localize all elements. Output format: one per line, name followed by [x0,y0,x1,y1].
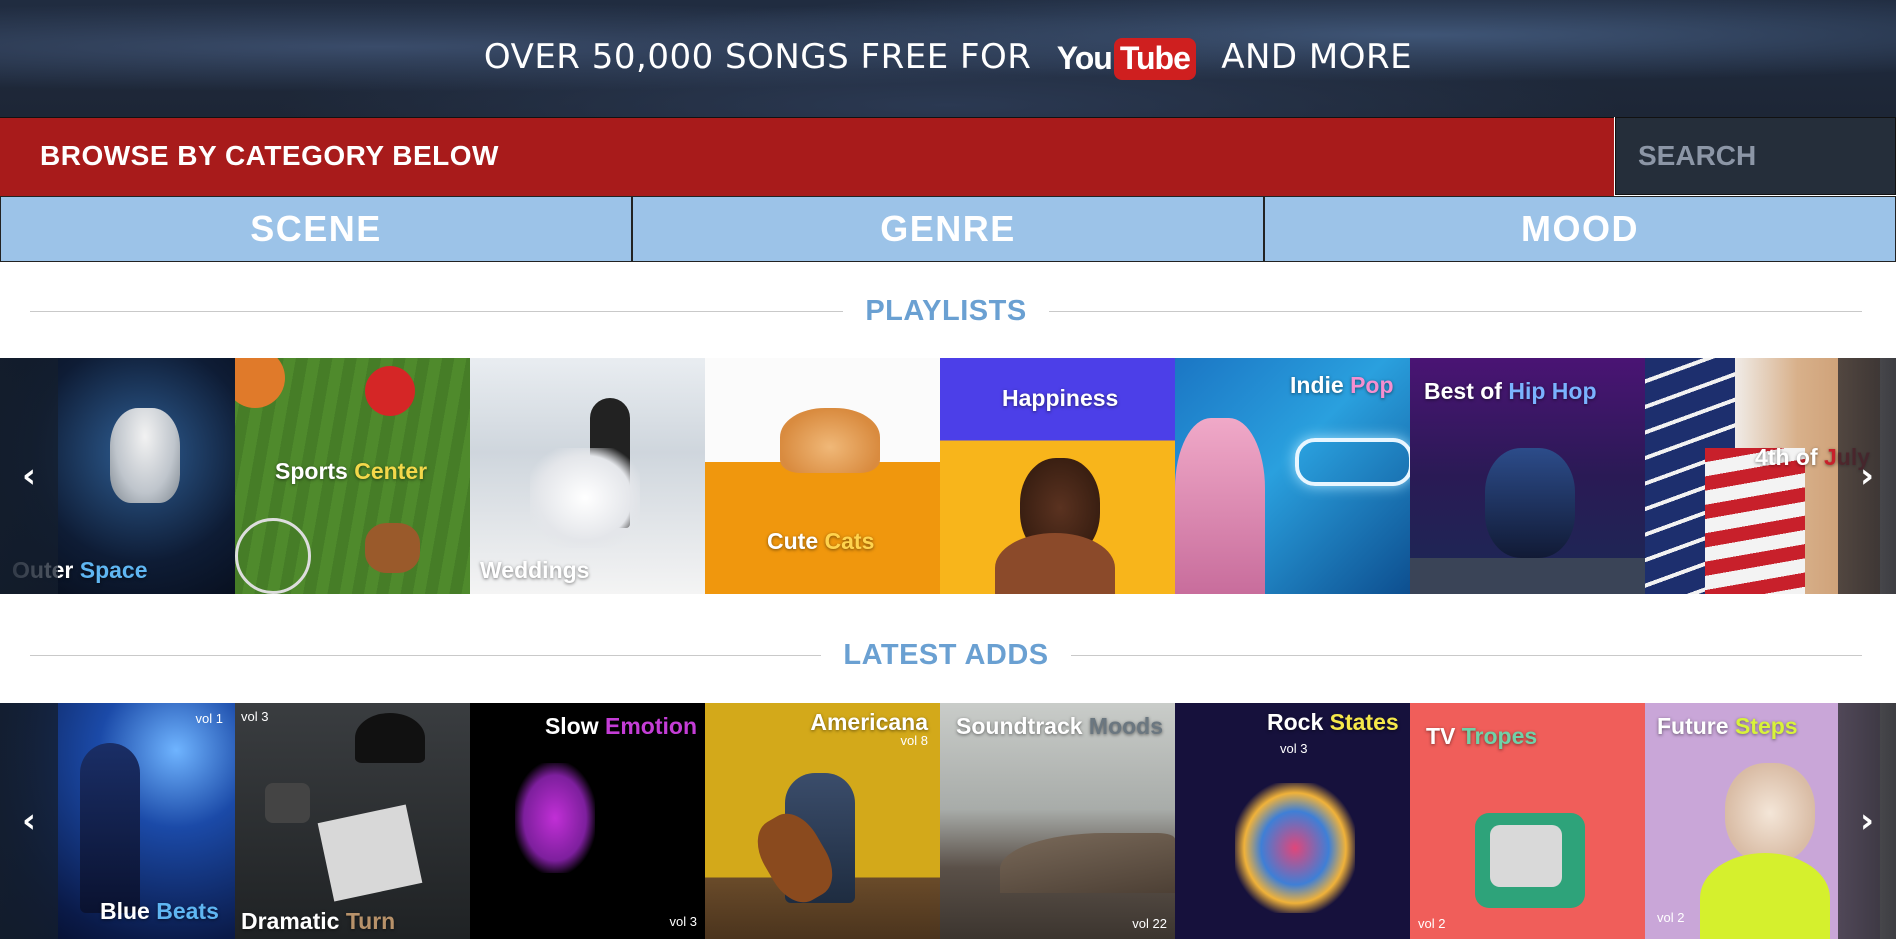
tile-title: TV Tropes [1426,723,1538,749]
banner-text-after: AND MORE [1221,37,1413,78]
browse-category-bar: BROWSE BY CATEGORY BELOW [0,117,1614,197]
guitarist-image [80,743,140,913]
tile-title: Dramatic Turn [241,908,396,934]
tile-title: Happiness [1002,385,1119,411]
latest-tile-americana[interactable]: vol 8 Americana [705,703,940,939]
latest-tile-tv-tropes[interactable]: vol 2 TV Tropes [1410,703,1645,939]
tile-title: Blue Beats [100,898,219,924]
playlist-tile-sports-center[interactable]: Sports Center [235,358,470,594]
latest-prev-button[interactable]: ‹ [0,703,58,939]
chevron-left-icon: ‹ [21,456,36,496]
bride-dress-image [530,448,640,548]
pink-hair-image [1175,418,1265,594]
latest-adds-header: LATEST ADDS [30,638,1862,671]
tile-volume: vol 1 [195,711,223,726]
tile-title: Sports Center [275,458,428,484]
playlists-carousel: Outer Space Sports Center Weddings Cute … [0,358,1896,594]
tile-volume: vol 3 [1280,741,1308,756]
neon-sign-image [1295,438,1410,486]
cliff-image [1000,833,1175,893]
playlist-tile-hip-hop[interactable]: Best of Hip Hop [1410,358,1645,594]
playlist-tile-indie-pop[interactable]: Indie Pop [1175,358,1410,594]
tile-title: Soundtrack Moods [956,713,1164,739]
woman-head-image [1725,763,1815,863]
phone-image [265,783,310,823]
latest-next-button[interactable]: › [1838,703,1896,939]
floor-image [1410,558,1645,594]
tile-title: Best of Hip Hop [1424,378,1597,404]
tab-scene[interactable]: SCENE [0,196,632,262]
search-input[interactable] [1616,118,1895,194]
playlists-heading: PLAYLISTS [865,294,1027,327]
tile-title: Slow Emotion [544,713,697,739]
dancer-image [1485,448,1575,558]
youtube-logo: You Tube [1057,37,1196,80]
banner-text: OVER 50,000 SONGS FREE FOR You Tube AND M… [484,37,1412,80]
latest-tile-slow-emotion[interactable]: vol 3 Slow Emotion [470,703,705,939]
playlists-next-button[interactable]: › [1838,358,1896,594]
chevron-left-icon: ‹ [21,801,36,841]
top-banner: OVER 50,000 SONGS FREE FOR You Tube AND M… [0,0,1896,117]
basketball-image [235,358,285,408]
category-tabs: SCENE GENRE MOOD [0,196,1896,262]
tile-title: Future Steps [1657,713,1798,739]
latest-tile-dramatic-turn[interactable]: vol 3 Dramatic Turn [235,703,470,939]
divider [1048,310,1863,312]
latest-tile-rock-states[interactable]: vol 3 Rock States [1175,703,1410,939]
hat-image [355,713,425,763]
astronaut-image [110,408,180,503]
tile-title: Rock States [1267,709,1399,735]
divider [30,310,844,312]
tile-volume: vol 2 [1418,916,1446,931]
tile-title: Weddings [480,557,590,583]
tile-title: Cute Cats [767,528,875,554]
tile-title: Americana [810,709,928,735]
drummer-image [1235,783,1355,913]
jacket-image [1700,853,1830,939]
racket-image [235,518,311,594]
browse-label: BROWSE BY CATEGORY BELOW [40,140,499,171]
dancer-image [515,763,595,873]
tile-volume: vol 3 [669,914,697,929]
paper-image [317,804,423,902]
playlists-prev-button[interactable]: ‹ [0,358,58,594]
chevron-right-icon: › [1859,456,1874,496]
tile-volume: vol 3 [241,709,269,724]
banner-text-before: OVER 50,000 SONGS FREE FOR [483,37,1032,78]
baseball-glove-image [365,523,420,573]
shoulders-image [995,533,1115,594]
search-box[interactable] [1615,117,1896,195]
tab-mood[interactable]: MOOD [1264,196,1896,262]
tile-volume: vol 2 [1657,910,1685,925]
tv-screen-image [1490,825,1562,887]
tile-volume: vol 22 [1132,916,1167,931]
chevron-right-icon: › [1859,801,1874,841]
playlist-tile-weddings[interactable]: Weddings [470,358,705,594]
tab-genre[interactable]: GENRE [632,196,1264,262]
tile-title: Indie Pop [1290,372,1394,398]
divider [30,654,822,656]
boxing-glove-image [365,366,415,416]
playlist-tile-cute-cats[interactable]: Cute Cats [705,358,940,594]
divider [1070,654,1862,656]
playlist-tile-happiness[interactable]: Happiness [940,358,1175,594]
cat-image [780,408,880,473]
latest-adds-heading: LATEST ADDS [843,638,1049,671]
latest-adds-carousel: vol 1 Blue Beats vol 3 Dramatic Turn vol… [0,703,1896,939]
latest-tile-soundtrack-moods[interactable]: vol 22 Soundtrack Moods [940,703,1175,939]
playlists-header: PLAYLISTS [30,294,1863,327]
